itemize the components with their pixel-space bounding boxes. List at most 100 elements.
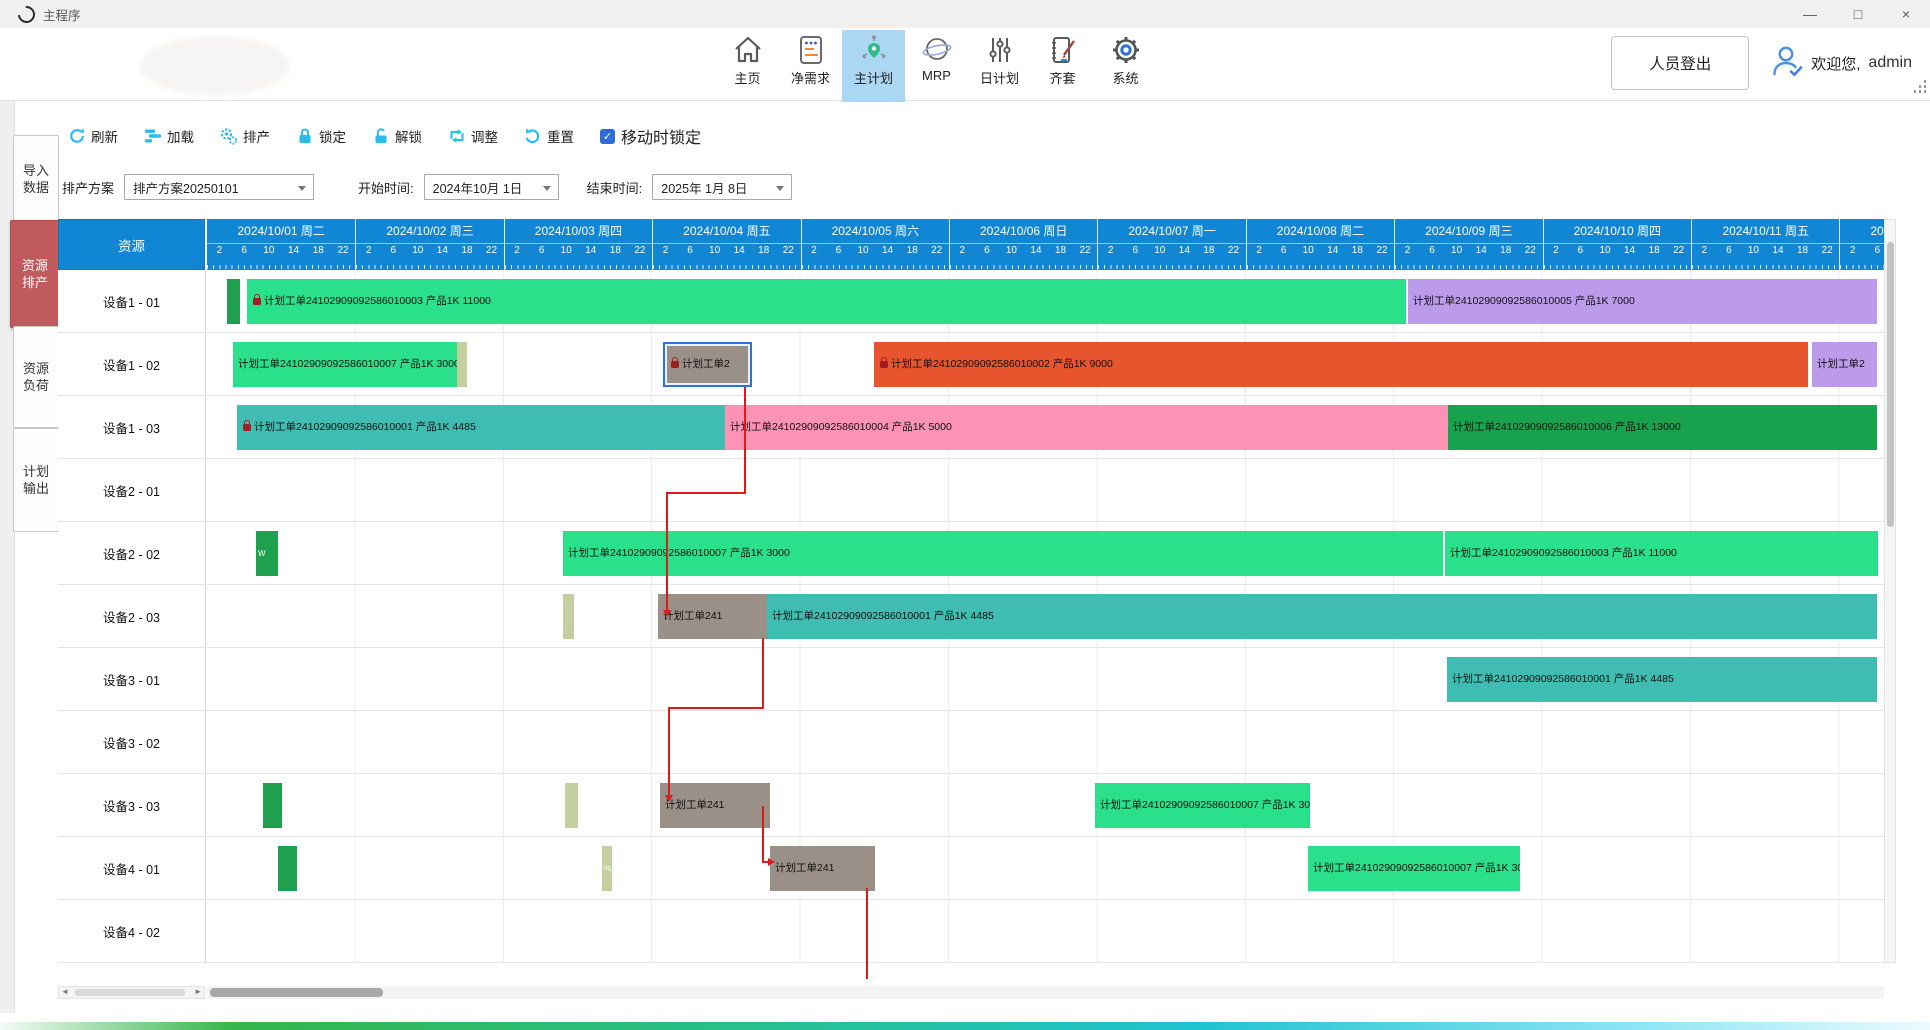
gantt-bar-label: 计划工单24102909092586010007 产品1K 3000 bbox=[1313, 862, 1520, 874]
side-tab-label-line: 排产 bbox=[22, 274, 48, 291]
gantt-bar[interactable]: 计划工单2 bbox=[1812, 342, 1877, 387]
hour-label: 2 bbox=[811, 245, 817, 256]
nav-item-净需求[interactable]: 净需求 bbox=[779, 30, 842, 102]
toolbar-reset-button[interactable]: 重置 bbox=[524, 126, 574, 146]
horizontal-scrollbar[interactable] bbox=[207, 986, 1884, 999]
toolbar-load-button[interactable]: 加载 bbox=[144, 126, 194, 146]
hour-label: 14 bbox=[734, 245, 745, 256]
hour-ticks bbox=[1395, 265, 1542, 269]
side-tab-label-line: 资源 bbox=[22, 257, 48, 274]
toolbar-schedule-button[interactable]: 排产 bbox=[220, 126, 270, 146]
gantt-bar-label: 计划工单2 bbox=[1817, 358, 1865, 370]
gantt-row bbox=[207, 459, 1884, 522]
gantt-bar[interactable]: 计划工单2 bbox=[663, 342, 752, 387]
app-icon bbox=[15, 2, 39, 26]
start-date-select[interactable]: 2024年10月 1日 bbox=[424, 174, 559, 200]
hour-ticks bbox=[950, 265, 1097, 269]
gantt-row: 计划工单24102909092586010003 产品1K 11000计划工单2… bbox=[207, 270, 1884, 333]
gantt-row: W 计划工单24102909092586010007 产品1K 3000计划工单2… bbox=[207, 522, 1884, 585]
gantt-bar[interactable]: 计划工单241 bbox=[660, 783, 770, 828]
gantt-bar[interactable]: 计划工单24102909092586010001 产品1K 4485 bbox=[237, 405, 725, 450]
minimize-button[interactable]: — bbox=[1786, 0, 1834, 28]
toolbar-unlock-button[interactable]: 解锁 bbox=[372, 126, 422, 146]
gantt-bar[interactable]: W bbox=[256, 531, 278, 576]
gantt-bar[interactable]: 计划工单24102909092586010001 产品1K 4485 bbox=[767, 594, 1877, 639]
gantt-bar[interactable]: 计划工单24102909092586010007 产品1K 3000 bbox=[563, 531, 1443, 576]
nav-item-主计划[interactable]: 主计划 bbox=[842, 30, 905, 102]
hour-ticks bbox=[356, 265, 503, 269]
gantt-bar[interactable]: 计划工单241 bbox=[658, 594, 767, 639]
hour-ticks bbox=[1840, 265, 1884, 269]
vertical-scrollbar[interactable] bbox=[1884, 219, 1896, 963]
net-demand-icon bbox=[795, 34, 827, 66]
hour-label: 10 bbox=[1599, 245, 1610, 256]
day-header-cell: 2024/10/02 周三2610141822 bbox=[355, 219, 503, 270]
hour-label: 2 bbox=[366, 245, 372, 256]
close-button[interactable]: × bbox=[1882, 0, 1930, 28]
nav-item-label: 日计划 bbox=[980, 68, 1019, 87]
gantt-bar[interactable] bbox=[227, 279, 240, 324]
side-tab-计划输出[interactable]: 计划输出 bbox=[13, 428, 59, 532]
gantt-bar[interactable] bbox=[278, 846, 297, 891]
hour-label: 10 bbox=[1303, 245, 1314, 256]
nav-item-日计划[interactable]: 日计划 bbox=[968, 30, 1031, 102]
resource-scrollbar-thumb[interactable] bbox=[75, 989, 185, 996]
hour-label: 2 bbox=[514, 245, 520, 256]
load-icon bbox=[144, 127, 162, 145]
resource-scrollbar[interactable]: ◄ ► bbox=[58, 986, 205, 999]
hour-ruler: 2610141822 bbox=[1692, 244, 1839, 270]
hour-label: 18 bbox=[1797, 245, 1808, 256]
move-lock-checkbox[interactable]: ✓ bbox=[600, 129, 615, 144]
home-icon bbox=[732, 34, 764, 66]
gantt-bar[interactable]: 计划工单24102909092586010006 产品1K 13000 bbox=[1448, 405, 1877, 450]
gantt-bar[interactable] bbox=[565, 783, 578, 828]
day-date-label: 2024/10/10 周四 bbox=[1544, 219, 1691, 244]
gantt-bar[interactable]: 计划工单24102909092586010002 产品1K 9000 bbox=[874, 342, 1808, 387]
hour-label: 22 bbox=[1673, 245, 1684, 256]
resource-cell: 设备1 - 02 bbox=[58, 333, 205, 396]
toolbar-refresh-button[interactable]: 刷新 bbox=[68, 126, 118, 146]
day-date-label: 2024/10/02 周三 bbox=[356, 219, 503, 244]
plan-select[interactable]: 排产方案20250101 bbox=[124, 174, 314, 200]
gantt-bar[interactable]: 计划工单241 bbox=[770, 846, 875, 891]
gantt-bar[interactable] bbox=[263, 783, 282, 828]
gantt-bar[interactable]: 计划工单24102909092586010004 产品1K 5000 bbox=[725, 405, 1448, 450]
scroll-right-icon[interactable]: ► bbox=[194, 987, 202, 996]
gantt-bar[interactable]: 计划工单24102909092586010007 产品1K 3000 bbox=[1095, 783, 1310, 828]
toolbar-lock-button[interactable]: 锁定 bbox=[296, 126, 346, 146]
gantt-bar-label: 计划工单24102909092586010004 产品1K 5000 bbox=[730, 421, 952, 433]
mrp-icon bbox=[921, 34, 953, 66]
refresh-icon bbox=[68, 127, 86, 145]
gantt-bar[interactable]: 计划工单24102909092586010003 产品1K 11000 bbox=[247, 279, 1406, 324]
resize-grip[interactable] bbox=[1914, 90, 1917, 93]
scroll-left-icon[interactable]: ◄ bbox=[61, 987, 69, 996]
end-date-select[interactable]: 2025年 1月 8日 bbox=[652, 174, 792, 200]
gantt-bar[interactable] bbox=[563, 594, 574, 639]
gantt-bar-label: 计划工单24102909092586010007 产品1K 3000 bbox=[1100, 799, 1310, 811]
gantt-bar[interactable]: 计划工单24102909092586010003 产品1K 11000 bbox=[1445, 531, 1878, 576]
vertical-scrollbar-thumb[interactable] bbox=[1887, 242, 1894, 527]
hour-label: 2 bbox=[1702, 245, 1708, 256]
nav-item-齐套[interactable]: 齐套 bbox=[1031, 30, 1094, 102]
logout-button[interactable]: 人员登出 bbox=[1611, 36, 1749, 90]
side-tab-资源排产[interactable]: 资源排产 bbox=[10, 220, 60, 328]
nav-item-系统[interactable]: 系统 bbox=[1094, 30, 1157, 102]
side-tab-导入数据[interactable]: 导入数据 bbox=[13, 135, 59, 223]
gantt-bar[interactable]: 计划工单24102909092586010007 产品1K 3000 bbox=[1308, 846, 1520, 891]
window-controls: —□× bbox=[1786, 0, 1930, 28]
gantt-bar[interactable] bbox=[457, 342, 467, 387]
gantt-bar[interactable]: 计划工单24102909092586010005 产品1K 7000 bbox=[1408, 279, 1877, 324]
unlock-icon bbox=[372, 127, 390, 145]
gantt-bar[interactable]: % bbox=[602, 846, 612, 891]
gantt-bar[interactable]: 计划工单24102909092586010001 产品1K 4485 bbox=[1447, 657, 1877, 702]
horizontal-scrollbar-thumb[interactable] bbox=[210, 988, 383, 997]
gantt-bar[interactable]: 计划工单24102909092586010007 产品1K 3000 bbox=[233, 342, 457, 387]
nav-item-MRP[interactable]: MRP bbox=[905, 30, 968, 102]
nav-bar: 主页净需求主计划MRP日计划齐套系统 人员登出 欢迎您, admin bbox=[0, 28, 1930, 101]
day-header-cell: 2024/10/03 周四2610141822 bbox=[504, 219, 652, 270]
maximize-button[interactable]: □ bbox=[1834, 0, 1882, 28]
nav-item-主页[interactable]: 主页 bbox=[716, 30, 779, 102]
toolbar-adjust-button[interactable]: 调整 bbox=[448, 126, 498, 146]
side-tab-资源负荷[interactable]: 资源负荷 bbox=[13, 326, 59, 428]
day-date-label: 2024/10/11 周五 bbox=[1692, 219, 1839, 244]
